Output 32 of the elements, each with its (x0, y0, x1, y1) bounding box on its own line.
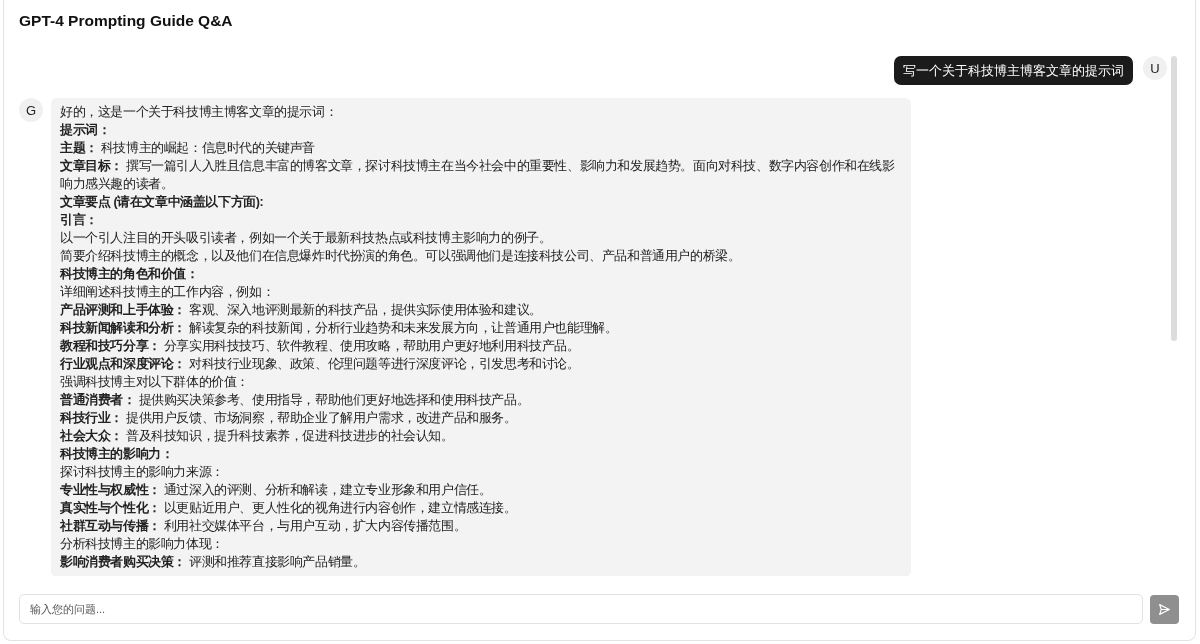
message-line: 影响消费者购买决策： 评测和推荐直接影响产品销量。 (60, 554, 367, 571)
send-icon (1158, 602, 1171, 616)
message-line: 简要介绍科技博主的概念，以及他们在信息爆炸时代扮演的角色。可以强调他们是连接科技公司、产品和普通用户的桥梁。 (60, 248, 742, 265)
message-line: 普通消费者： 提供购买决策参考、使用指导，帮助他们更好地选择和使用科技产品。 (60, 391, 531, 409)
message-line: 社群互动与传播： 利用社交媒体平台，与用户互动，扩大内容传播范围。 (60, 518, 468, 535)
message-line: 探讨科技博主的影响力来源： (60, 464, 225, 481)
message-line: 主题： 科技博主的崛起：信息时代的关键声音 (60, 139, 317, 157)
scrollbar-thumb[interactable] (1171, 56, 1177, 341)
app-title: GPT-4 Prompting Guide Q&A (18, 11, 234, 31)
section-heading: 文章要点 (请在文章中涵盖以下方面): (60, 193, 265, 211)
message-line: 科技新闻解读和分析： 解读复杂的科技新闻，分析行业趋势和未来发展方向，让普通用户也能理解。 (60, 320, 619, 337)
message-line: 科技行业： 提供用户反馈、市场洞察，帮助企业了解用户需求，改进产品和服务。 (60, 410, 518, 427)
avatar: U (1143, 56, 1167, 80)
section-heading: 引言： (60, 211, 99, 229)
message-line: 强调科技博主对以下群体的价值： (60, 374, 250, 391)
section-heading: 科技博主的角色和价值： (60, 265, 200, 283)
section-heading: 提示词： (60, 122, 112, 139)
message-line: 教程和技巧分享： 分享实用科技技巧、软件教程、使用攻略，帮助用户更好地利用科技产品。 (60, 338, 581, 355)
message-line: 好的，这是一个关于科技博主博客文章的提示词： (60, 104, 339, 121)
message-line: 真实性与个性化： 以更贴近用户、更人性化的视角进行内容创作，建立情感连接。 (60, 500, 518, 517)
message-line: 以一个引人注目的开头吸引读者，例如一个关于最新科技热点或科技博主影响力的例子。 (60, 230, 553, 247)
message-line: 社会大众： 普及科技知识，提升科技素养，促进科技进步的社会认知。 (60, 428, 455, 445)
user-message: 写一个关于科技博主博客文章的提示词 (894, 56, 1133, 85)
avatar: G (19, 98, 43, 122)
section-heading: 科技博主的影响力： (60, 445, 175, 463)
message-line: 行业观点和深度评论： 对科技行业现象、政策、伦理问题等进行深度评论，引发思考和讨论。 (60, 355, 581, 373)
message-line: 分析科技博主的影响力体现： (60, 536, 225, 553)
question-input[interactable]: 输入您的问题... (19, 594, 1143, 624)
message-line: 文章目标： 撰写一篇引人入胜且信息丰富的博客文章，探讨科技博主在当今社会中的重要性、影响力和发展趋势。面向对科技、数字内容创作和在线影响力感兴趣的读者。 (60, 158, 896, 193)
message-line: 产品评测和上手体验： 客观、深入地评测最新的科技产品，提供实际使用体验和建议。 (60, 302, 543, 319)
message-line: 详细阐述科技博主的工作内容，例如： (60, 284, 276, 301)
message-line: 专业性与权威性： 通过深入的评测、分析和解读，建立专业形象和用户信任。 (60, 482, 493, 499)
